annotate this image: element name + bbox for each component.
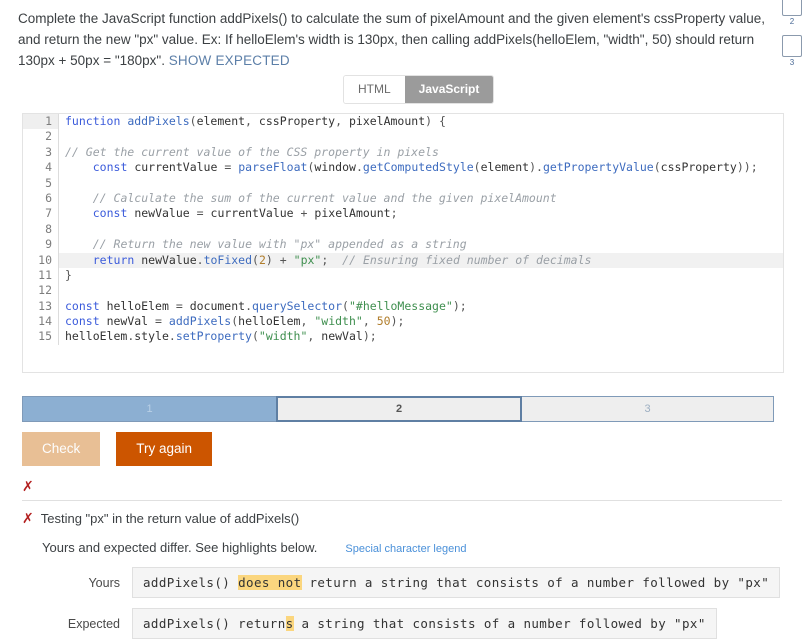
code-line-text bbox=[59, 283, 783, 298]
code-line[interactable]: 13 const helloElem = document.querySelect… bbox=[23, 298, 783, 315]
code-line[interactable]: 14 const newVal = addPixels(helloElem, "w… bbox=[23, 314, 783, 330]
progress-bar: 1 2 3 bbox=[22, 396, 774, 422]
overall-status-row: ✗ bbox=[22, 478, 782, 500]
code-line[interactable]: 11} bbox=[23, 267, 783, 284]
line-number: 8 bbox=[23, 221, 59, 238]
progress-segment-3[interactable]: 3 bbox=[522, 396, 774, 422]
line-number: 4 bbox=[23, 160, 59, 176]
code-line-text bbox=[59, 222, 783, 237]
code-line[interactable]: 4 const currentValue = parseFloat(window… bbox=[23, 160, 783, 176]
action-button-group: Check Try again bbox=[22, 432, 213, 466]
diff-subtitle: Yours and expected differ. See highlight… bbox=[42, 540, 318, 555]
check-button[interactable]: Check bbox=[22, 432, 101, 466]
line-number: 15 bbox=[23, 329, 59, 345]
line-number: 12 bbox=[23, 283, 59, 299]
tab-javascript[interactable]: JavaScript bbox=[404, 76, 494, 103]
code-line[interactable]: 9 // Return the new value with "px" appe… bbox=[23, 237, 783, 253]
line-number: 14 bbox=[23, 314, 59, 330]
line-number: 9 bbox=[23, 237, 59, 253]
code-line-list: 1 function addPixels(element, cssProperty… bbox=[23, 114, 783, 345]
expected-value: addPixels() returns a string that consis… bbox=[132, 608, 717, 639]
yours-pre: addPixels() bbox=[143, 575, 239, 590]
code-line[interactable]: 12 bbox=[23, 283, 783, 299]
diff-row-expected: Expected addPixels() returns a string th… bbox=[22, 608, 782, 639]
line-number: 2 bbox=[23, 129, 59, 145]
code-line-text: helloElem.style.setProperty("width", new… bbox=[65, 329, 377, 344]
code-line-text: const helloElem = document.querySelector… bbox=[65, 298, 467, 313]
code-line[interactable]: 5 bbox=[23, 175, 783, 191]
line-number: 10 bbox=[23, 252, 59, 268]
code-line-text: // Return the new value with "px" append… bbox=[92, 237, 467, 252]
line-number: 7 bbox=[23, 206, 59, 222]
expected-highlight: s bbox=[285, 616, 294, 631]
prompt-text: Complete the JavaScript function addPixe… bbox=[18, 11, 765, 68]
diff-row-yours: Yours addPixels() does not return a stri… bbox=[22, 567, 782, 598]
yours-post: return a string that consists of a numbe… bbox=[301, 575, 770, 590]
expected-pre: addPixels() return bbox=[143, 616, 286, 631]
code-line[interactable]: 7 const newValue = currentValue + pixelA… bbox=[23, 206, 783, 222]
show-expected-link[interactable]: SHOW EXPECTED bbox=[169, 53, 290, 68]
code-line-text bbox=[59, 176, 783, 191]
line-number: 6 bbox=[23, 190, 59, 207]
edge-step-number: 2 bbox=[789, 17, 795, 26]
code-line-text: const currentValue = parseFloat(window.g… bbox=[92, 160, 758, 175]
code-line[interactable]: 3 // Get the current value of the CSS pro… bbox=[23, 144, 783, 161]
step-chip-icon bbox=[782, 35, 802, 57]
edge-step-list: 2 3 bbox=[777, 0, 807, 68]
diff-table: Yours addPixels() does not return a stri… bbox=[22, 567, 782, 639]
code-line-text: const newValue = currentValue + pixelAmo… bbox=[92, 206, 398, 221]
code-line[interactable]: 15 helloElem.style.setProperty("width", n… bbox=[23, 329, 783, 345]
code-line-text: // Get the current value of the CSS prop… bbox=[65, 144, 439, 159]
diff-subtitle-row: Yours and expected differ. See highlight… bbox=[42, 540, 782, 555]
yours-value: addPixels() does not return a string tha… bbox=[132, 567, 781, 598]
step-chip-icon bbox=[782, 0, 802, 16]
special-character-legend-link[interactable]: Special character legend bbox=[345, 543, 466, 555]
progress-segment-2[interactable]: 2 bbox=[276, 396, 522, 422]
edge-step-3[interactable]: 3 bbox=[781, 35, 803, 68]
code-line-text bbox=[59, 129, 783, 144]
code-line[interactable]: 8 bbox=[23, 221, 783, 238]
code-line-text: function addPixels(element, cssProperty,… bbox=[65, 114, 446, 128]
code-line-text: } bbox=[65, 267, 72, 282]
code-line-text: // Calculate the sum of the current valu… bbox=[92, 190, 557, 205]
code-line[interactable]: 2 bbox=[23, 129, 783, 145]
try-again-button[interactable]: Try again bbox=[116, 432, 213, 466]
edge-step-number: 3 bbox=[789, 58, 795, 67]
test-case-title: Testing "px" in the return value of addP… bbox=[40, 511, 300, 526]
line-number: 11 bbox=[23, 267, 59, 284]
code-line-text: const newVal = addPixels(helloElem, "wid… bbox=[65, 314, 405, 329]
line-number: 3 bbox=[23, 144, 59, 161]
code-line[interactable]: 1 function addPixels(element, cssProperty… bbox=[23, 114, 783, 130]
expected-label: Expected bbox=[67, 616, 120, 631]
progress-segment-1[interactable]: 1 bbox=[22, 396, 276, 422]
edge-step-2[interactable]: 2 bbox=[781, 0, 803, 27]
test-case-row: ✗ Testing "px" in the return value of ad… bbox=[22, 511, 782, 527]
expected-post: a string that consists of a number follo… bbox=[293, 616, 706, 631]
line-number: 1 bbox=[23, 114, 59, 130]
code-line[interactable]: 10 return newValue.toFixed(2) + "px"; //… bbox=[23, 252, 783, 268]
yours-label: Yours bbox=[88, 575, 120, 590]
test-results: ✗ ✗ Testing "px" in the return value of … bbox=[22, 478, 782, 641]
code-line-text: return newValue.toFixed(2) + "px"; // En… bbox=[92, 252, 592, 267]
line-number: 5 bbox=[23, 175, 59, 191]
code-line[interactable]: 6 // Calculate the sum of the current va… bbox=[23, 190, 783, 207]
results-divider bbox=[22, 500, 782, 501]
code-editor[interactable]: 1 function addPixels(element, cssProperty… bbox=[22, 113, 784, 373]
fail-x-icon: ✗ bbox=[22, 511, 34, 527]
language-tab-group: HTML JavaScript bbox=[344, 76, 494, 103]
tab-html[interactable]: HTML bbox=[344, 76, 405, 103]
fail-x-icon: ✗ bbox=[22, 479, 34, 495]
exercise-page: Complete the JavaScript function addPixe… bbox=[0, 0, 807, 641]
line-number: 13 bbox=[23, 298, 59, 315]
yours-highlight: does not bbox=[238, 575, 302, 590]
exercise-prompt: Complete the JavaScript function addPixe… bbox=[18, 8, 778, 71]
